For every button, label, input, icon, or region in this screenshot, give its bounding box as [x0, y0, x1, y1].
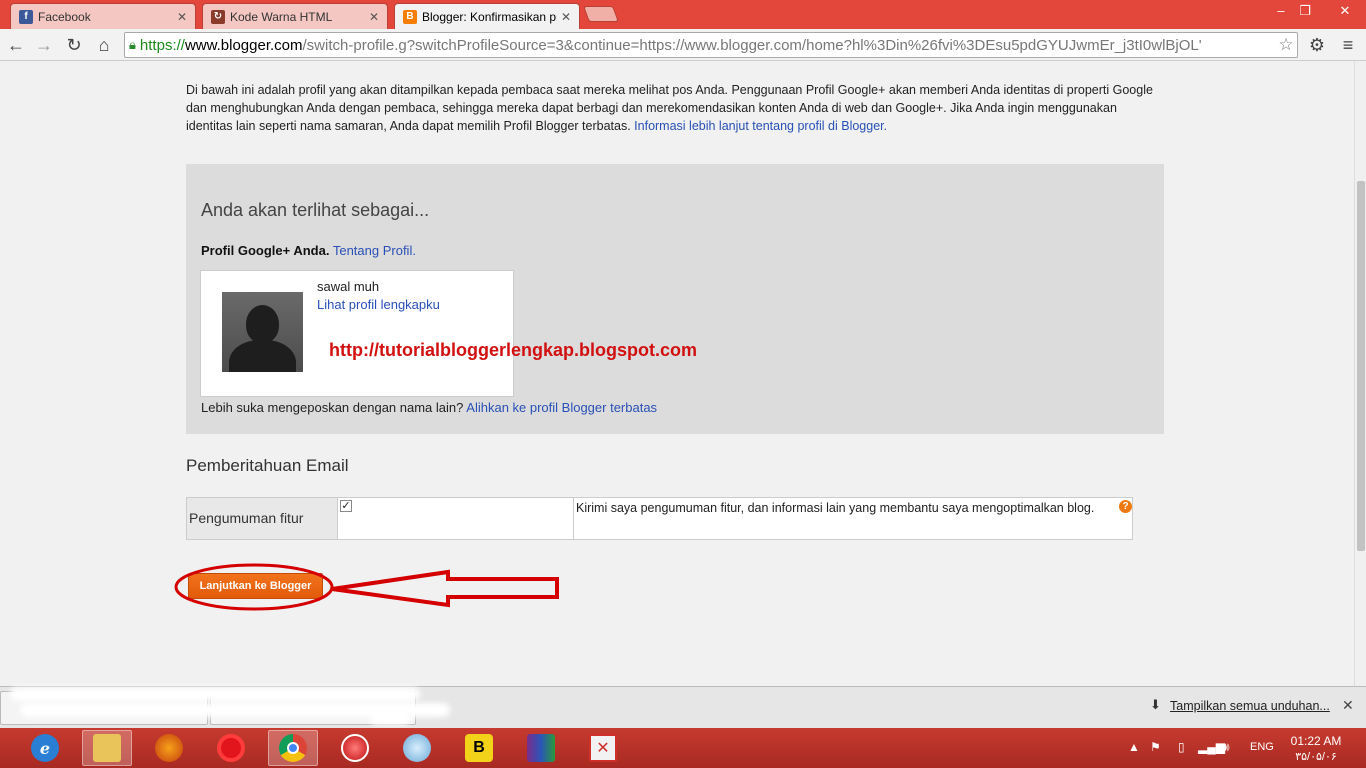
extension-gear-icon[interactable]: ⚙: [1305, 33, 1329, 57]
redaction-blur: [10, 687, 420, 701]
profile-card: sawal muh Lihat profil lengkapku: [200, 270, 514, 397]
action-center-flag-icon[interactable]: ⚑: [1150, 740, 1161, 754]
feature-announcement-checkbox[interactable]: ✓: [340, 500, 352, 512]
feature-announcement-label: Pengumuman fitur: [187, 498, 338, 539]
home-icon[interactable]: ⌂: [92, 33, 116, 57]
bookmark-star-icon[interactable]: ☆: [1275, 35, 1297, 55]
seen-as-heading: Anda akan terlihat sebagai...: [201, 200, 430, 220]
taskbar-firefox[interactable]: [144, 730, 194, 766]
browser-title-bar: f Facebook ✕ ↻ Kode Warna HTML ✕ B Blogg…: [0, 0, 1366, 29]
site-icon: ↻: [211, 9, 225, 24]
browser-toolbar: ← → ↻ ⌂ 🔒︎ https://www.blogger.com/switc…: [0, 29, 1366, 61]
intro-paragraph: Di bawah ini adalah profil yang akan dit…: [186, 81, 1156, 135]
back-icon[interactable]: ←: [4, 33, 28, 57]
tray-expand-icon[interactable]: ▲: [1128, 740, 1140, 754]
feature-announcement-description: Kirimi saya pengumuman fitur, dan inform…: [574, 498, 1132, 539]
facebook-icon: f: [19, 9, 33, 24]
close-window-button[interactable]: ✕: [1330, 2, 1360, 20]
profile-preview-panel: Anda akan terlihat sebagai... Profil Goo…: [186, 164, 1164, 434]
tab-label: Facebook: [38, 9, 91, 24]
forward-icon[interactable]: →: [32, 33, 56, 57]
page-viewport: Di bawah ini adalah profil yang akan dit…: [0, 61, 1354, 686]
close-icon[interactable]: ✕: [369, 10, 379, 24]
switch-profile-line: Lebih suka mengeposkan dengan nama lain?…: [201, 400, 657, 415]
taskbar-chrome[interactable]: [268, 730, 318, 766]
restore-button[interactable]: ❐: [1294, 2, 1316, 20]
profile-name: sawal muh: [317, 279, 380, 294]
input-language[interactable]: ENG: [1250, 741, 1274, 753]
menu-icon[interactable]: ≡: [1336, 33, 1360, 57]
opera-icon: [217, 734, 245, 762]
switch-text: Lebih suka mengeposkan dengan nama lain?: [201, 400, 464, 415]
address-bar[interactable]: 🔒︎ https://www.blogger.com/switch-profil…: [124, 32, 1298, 58]
taskbar-app-b[interactable]: B: [454, 730, 504, 766]
downloads-bar: ⬇ Tampilkan semua unduhan... ✕: [0, 686, 1366, 728]
clock-date[interactable]: ۳۵/۰۵/۰۶: [1290, 750, 1342, 763]
taskbar-app-globe[interactable]: [392, 730, 442, 766]
taskbar-media-app[interactable]: [330, 730, 380, 766]
volume-icon[interactable]: 🔊︎: [1222, 740, 1230, 755]
url-path: /switch-profile.g?switchProfileSource=3&…: [302, 36, 1202, 54]
battery-icon[interactable]: ▯: [1178, 740, 1185, 754]
lock-icon: 🔒︎: [129, 37, 136, 52]
switch-to-limited-profile-link[interactable]: Alihkan ke profil Blogger terbatas: [466, 400, 657, 415]
new-tab-button[interactable]: [583, 6, 619, 22]
annotation-arrow: [331, 569, 559, 608]
close-downloads-bar-icon[interactable]: ✕: [1342, 697, 1354, 714]
folder-icon: [93, 734, 121, 762]
tab-kode-warna[interactable]: ↻ Kode Warna HTML ✕: [202, 3, 388, 29]
gplus-profile-line: Profil Google+ Anda. Tentang Profil.: [201, 243, 416, 258]
taskbar-winrar[interactable]: [516, 730, 566, 766]
continue-to-blogger-button[interactable]: Lanjutkan ke Blogger: [188, 573, 323, 599]
description-text: Kirimi saya pengumuman fitur, dan inform…: [576, 501, 1095, 515]
signal-icon[interactable]: ▂▄▆: [1198, 740, 1225, 754]
redaction-blur: [370, 713, 410, 725]
checkbox-cell: ✓: [338, 498, 574, 539]
email-notification-heading: Pemberitahuan Email: [186, 456, 349, 475]
vertical-scrollbar[interactable]: [1354, 61, 1366, 686]
chrome-icon: [279, 734, 307, 762]
download-arrow-icon: ⬇: [1150, 697, 1161, 712]
help-icon[interactable]: ?: [1119, 500, 1132, 513]
url-host: www.blogger.com: [184, 36, 303, 54]
close-icon[interactable]: ✕: [177, 10, 187, 24]
reload-icon[interactable]: ↻: [62, 33, 86, 57]
taskbar-file-explorer[interactable]: [82, 730, 132, 766]
avatar: [222, 292, 303, 372]
clock-time[interactable]: 01:22 AM: [1290, 734, 1342, 748]
windows-taskbar: e B ✕ ▲ ⚑ ▯ ▂▄▆ 🔊︎ ENG 01:22 AM ۳۵/۰۵/۰۶: [0, 728, 1366, 768]
scrollbar-thumb[interactable]: [1357, 181, 1365, 551]
image-editor-icon: ✕: [589, 734, 617, 762]
globe-icon: [403, 734, 431, 762]
firefox-icon: [155, 734, 183, 762]
internet-explorer-icon: e: [31, 734, 59, 762]
blogger-icon: B: [403, 9, 417, 24]
tab-label: Blogger: Konfirmasikan pr: [422, 9, 557, 24]
tab-facebook[interactable]: f Facebook ✕: [10, 3, 196, 29]
media-icon: [341, 734, 369, 762]
taskbar-image-app[interactable]: ✕: [578, 730, 628, 766]
taskbar-internet-explorer[interactable]: e: [20, 730, 70, 766]
b-app-icon: B: [465, 734, 493, 762]
view-full-profile-link[interactable]: Lihat profil lengkapku: [317, 297, 440, 312]
watermark-url-text: http://tutorialbloggerlengkap.blogspot.c…: [329, 340, 697, 360]
winrar-icon: [527, 734, 555, 762]
profile-info-link[interactable]: Informasi lebih lanjut tentang profil di…: [634, 119, 887, 133]
show-all-downloads-link[interactable]: Tampilkan semua unduhan...: [1170, 699, 1330, 713]
tab-blogger[interactable]: B Blogger: Konfirmasikan pr ✕: [394, 3, 580, 29]
close-icon[interactable]: ✕: [561, 10, 571, 24]
avatar-head-shape: [246, 305, 279, 343]
taskbar-opera[interactable]: [206, 730, 256, 766]
url-scheme: https://: [139, 36, 185, 54]
email-settings-table: Pengumuman fitur ✓ Kirimi saya pengumuma…: [186, 497, 1133, 540]
minimize-button[interactable]: –: [1270, 2, 1292, 20]
gplus-label: Profil Google+ Anda.: [201, 243, 330, 258]
avatar-body-shape: [229, 340, 296, 372]
about-profile-link[interactable]: Tentang Profil.: [333, 243, 416, 258]
tab-label: Kode Warna HTML: [230, 9, 333, 24]
